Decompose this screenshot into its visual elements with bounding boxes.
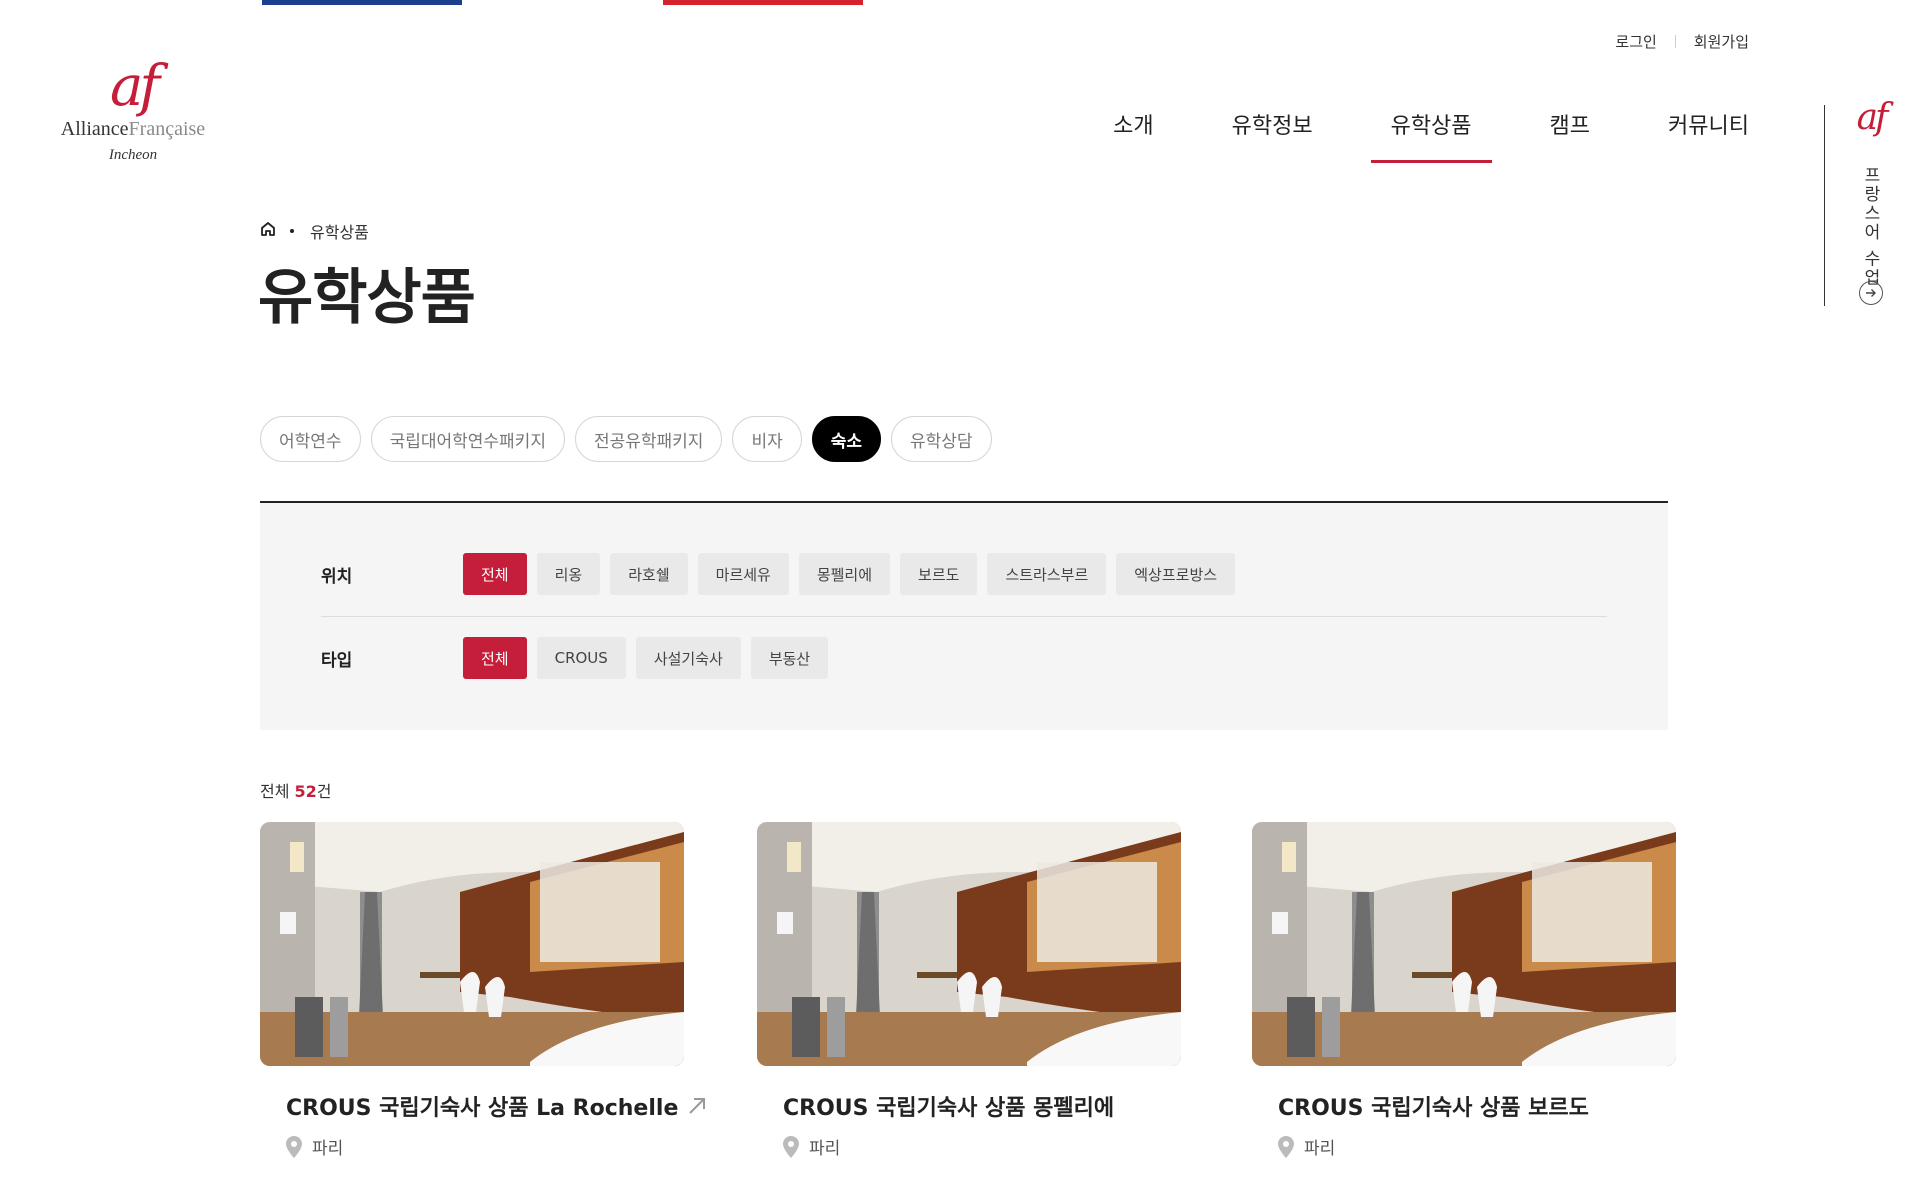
home-icon[interactable] [260, 221, 276, 241]
main-nav: 소개 유학정보 유학상품 캠프 커뮤니티 [1035, 112, 1749, 163]
type-chip-real-estate[interactable]: 부동산 [750, 637, 829, 679]
product-title-text: CROUS 국립기숙사 상품 La Rochelle [286, 1096, 679, 1121]
type-chip-crous[interactable]: CROUS [536, 637, 626, 679]
nav-item-intro[interactable]: 소개 [1113, 112, 1153, 162]
type-filter-label: 타입 [321, 650, 353, 671]
filter-panel: 위치 전체 리옹 라호쉘 마르세유 몽펠리에 보르도 스트라스부르 엑상프로방스… [260, 503, 1668, 730]
product-location-text: 파리 [1304, 1139, 1336, 1159]
product-location-text: 파리 [312, 1139, 344, 1159]
type-chip-private-dorm[interactable]: 사설기숙사 [635, 637, 741, 679]
side-rail-logo-mark[interactable]: af [1848, 100, 1894, 136]
login-link[interactable]: 로그인 [1615, 31, 1656, 52]
product-title[interactable]: CROUS 국립기숙사 상품 La Rochelle [286, 1090, 706, 1122]
logo-name: AllianceFrançaise [54, 118, 212, 141]
location-chip-strasbourg[interactable]: 스트라스부르 [987, 553, 1107, 595]
type-chip-all[interactable]: 전체 [463, 637, 527, 679]
utility-links: 로그인 회원가입 [1615, 31, 1749, 52]
product-location: 파리 [286, 1134, 684, 1159]
result-count-prefix: 전체 [260, 782, 295, 801]
location-pin-icon [783, 1135, 799, 1158]
type-filter-row: 타입 전체 CROUS 사설기숙사 부동산 [321, 637, 829, 679]
top-accent-bar-blue [262, 0, 462, 5]
product-image[interactable] [1252, 822, 1676, 1066]
nav-item-study-info[interactable]: 유학정보 [1232, 112, 1313, 162]
external-link-icon[interactable] [686, 1095, 708, 1117]
location-chip-lyon[interactable]: 리옹 [536, 553, 601, 595]
product-image[interactable] [757, 822, 1181, 1066]
location-pin-icon [286, 1135, 302, 1158]
result-count-suffix: 건 [316, 782, 332, 801]
location-pin-icon [1278, 1135, 1294, 1158]
category-tab-visa[interactable]: 비자 [732, 416, 802, 462]
arrow-right-circle-icon[interactable] [1859, 281, 1883, 305]
location-chip-aix-en-provence[interactable]: 엑상프로방스 [1116, 553, 1236, 595]
logo-name-part2: Française [128, 118, 206, 140]
side-rail-divider [1824, 105, 1825, 306]
product-card[interactable]: CROUS 국립기숙사 상품 몽펠리에 파리 [757, 822, 1181, 1159]
product-card[interactable]: CROUS 국립기숙사 상품 보르도 파리 [1252, 822, 1676, 1159]
nav-item-community[interactable]: 커뮤니티 [1668, 112, 1749, 162]
location-chip-montpellier[interactable]: 몽펠리에 [798, 553, 891, 595]
logo-city: Incheon [108, 147, 158, 163]
breadcrumb-current[interactable]: 유학상품 [310, 219, 369, 243]
breadcrumb: 유학상품 [260, 219, 369, 243]
logo-mark: af [109, 54, 160, 119]
product-card[interactable]: CROUS 국립기숙사 상품 La Rochelle 파리 [260, 822, 706, 1159]
location-chip-la-rochelle[interactable]: 라호쉘 [610, 553, 688, 595]
location-chip-bordeaux[interactable]: 보르도 [900, 553, 978, 595]
result-count: 전체 52건 [260, 778, 332, 802]
product-location: 파리 [783, 1134, 1181, 1159]
location-chip-marseille[interactable]: 마르세유 [697, 553, 789, 595]
site-logo[interactable]: af AllianceFrançaise Incheon [54, 58, 212, 164]
product-image[interactable] [260, 822, 684, 1066]
nav-item-camp[interactable]: 캠프 [1550, 112, 1590, 162]
category-tab-major-package[interactable]: 전공유학패키지 [574, 416, 723, 462]
location-filter-label: 위치 [321, 566, 353, 587]
utility-divider [1674, 35, 1676, 48]
product-title[interactable]: CROUS 국립기숙사 상품 몽펠리에 [783, 1090, 1181, 1122]
location-filter-row: 위치 전체 리옹 라호쉘 마르세유 몽펠리에 보르도 스트라스부르 엑상프로방스 [321, 553, 1236, 595]
side-rail-french-class-link[interactable]: 프랑스어 수업 [1858, 166, 1883, 287]
product-title-text: CROUS 국립기숙사 상품 보르도 [1278, 1096, 1589, 1121]
type-chips: 전체 CROUS 사설기숙사 부동산 [463, 637, 829, 679]
category-tab-housing[interactable]: 숙소 [811, 416, 882, 462]
product-location: 파리 [1278, 1134, 1676, 1159]
logo-name-part1: Alliance [60, 118, 129, 140]
category-tab-consultation[interactable]: 유학상담 [891, 416, 992, 462]
filter-divider [321, 616, 1607, 617]
page-title: 유학상품 [258, 263, 476, 333]
category-tab-national-univ-package[interactable]: 국립대어학연수패키지 [370, 416, 565, 462]
breadcrumb-separator [290, 229, 294, 233]
product-title-text: CROUS 국립기숙사 상품 몽펠리에 [783, 1096, 1115, 1121]
result-count-number: 52 [294, 782, 317, 801]
top-accent-bar-red [663, 0, 863, 5]
product-title[interactable]: CROUS 국립기숙사 상품 보르도 [1278, 1090, 1676, 1122]
nav-item-study-products[interactable]: 유학상품 [1370, 112, 1492, 163]
location-chips: 전체 리옹 라호쉘 마르세유 몽펠리에 보르도 스트라스부르 엑상프로방스 [463, 553, 1236, 595]
signup-link[interactable]: 회원가입 [1694, 31, 1749, 52]
category-tabs: 어학연수 국립대어학연수패키지 전공유학패키지 비자 숙소 유학상담 [260, 416, 992, 462]
location-chip-all[interactable]: 전체 [463, 553, 527, 595]
category-tab-language-course[interactable]: 어학연수 [260, 416, 361, 462]
product-location-text: 파리 [809, 1139, 841, 1159]
